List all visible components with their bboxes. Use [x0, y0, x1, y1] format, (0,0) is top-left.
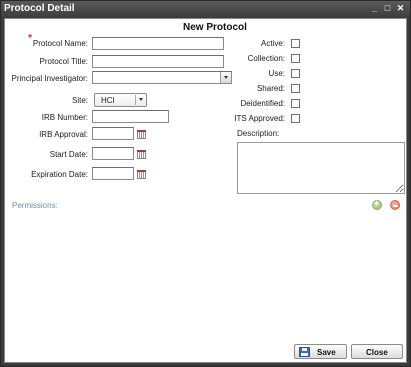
close-button[interactable]: Close: [351, 344, 403, 359]
remove-icon[interactable]: [390, 200, 400, 210]
window-title: Protocol Detail: [4, 3, 75, 14]
close-button-label: Close: [366, 348, 388, 357]
shared-checkbox[interactable]: [291, 84, 300, 93]
irb-approval-date-input[interactable]: [92, 127, 134, 140]
protocol-title-input[interactable]: [92, 55, 224, 68]
expiration-date-label: Expiration Date:: [31, 170, 88, 179]
expiration-date-input[interactable]: [92, 167, 134, 180]
floppy-disk-icon: [299, 347, 310, 357]
chevron-down-icon[interactable]: [135, 95, 146, 105]
form-heading: New Protocol: [183, 22, 247, 33]
site-value: HCI: [101, 96, 115, 105]
close-window-button[interactable]: ✕: [395, 3, 406, 14]
protocol-name-input[interactable]: [92, 37, 224, 50]
protocol-detail-window: Protocol Detail _ □ ✕ New Protocol * Pro…: [0, 0, 411, 367]
use-checkbox[interactable]: [291, 69, 300, 78]
save-button-label: Save: [317, 348, 336, 357]
active-label: Active:: [260, 39, 285, 48]
save-button[interactable]: Save: [294, 344, 347, 359]
form-panel: New Protocol * Protocol Name: Protocol T…: [4, 18, 407, 363]
irb-number-input[interactable]: [92, 110, 169, 123]
site-select[interactable]: HCI: [94, 93, 147, 107]
use-label: Use:: [268, 69, 285, 78]
principal-investigator-label: Principal Investigator:: [11, 74, 88, 83]
active-checkbox[interactable]: [291, 39, 300, 48]
start-date-input[interactable]: [92, 147, 134, 160]
irb-approval-label: IRB Approval:: [39, 130, 88, 139]
shared-label: Shared:: [256, 84, 285, 93]
site-label: Site:: [71, 96, 88, 105]
add-icon[interactable]: [372, 198, 382, 210]
required-marker: *: [28, 33, 32, 44]
its-approved-label: ITS Approved:: [234, 114, 285, 123]
title-bar[interactable]: Protocol Detail _ □ ✕: [1, 1, 410, 17]
deidentified-label: Deidentified:: [240, 99, 285, 108]
permissions-label: Permissions:: [12, 201, 58, 210]
its-approved-checkbox[interactable]: [291, 114, 300, 123]
calendar-icon[interactable]: [137, 170, 146, 179]
irb-number-label: IRB Number:: [41, 113, 88, 122]
description-textarea[interactable]: [237, 142, 405, 194]
chevron-down-icon[interactable]: [220, 72, 231, 83]
collection-checkbox[interactable]: [291, 54, 300, 63]
deidentified-checkbox[interactable]: [291, 99, 300, 108]
calendar-icon[interactable]: [137, 130, 146, 139]
protocol-name-label: Protocol Name:: [32, 39, 88, 48]
protocol-title-label: Protocol Title:: [39, 57, 88, 66]
minimize-button[interactable]: _: [369, 3, 380, 14]
principal-investigator-combobox[interactable]: [92, 71, 232, 84]
description-label: Description:: [237, 129, 280, 138]
restore-button[interactable]: □: [382, 3, 393, 14]
start-date-label: Start Date:: [49, 150, 88, 159]
calendar-icon[interactable]: [137, 150, 146, 159]
collection-label: Collection:: [247, 54, 285, 63]
